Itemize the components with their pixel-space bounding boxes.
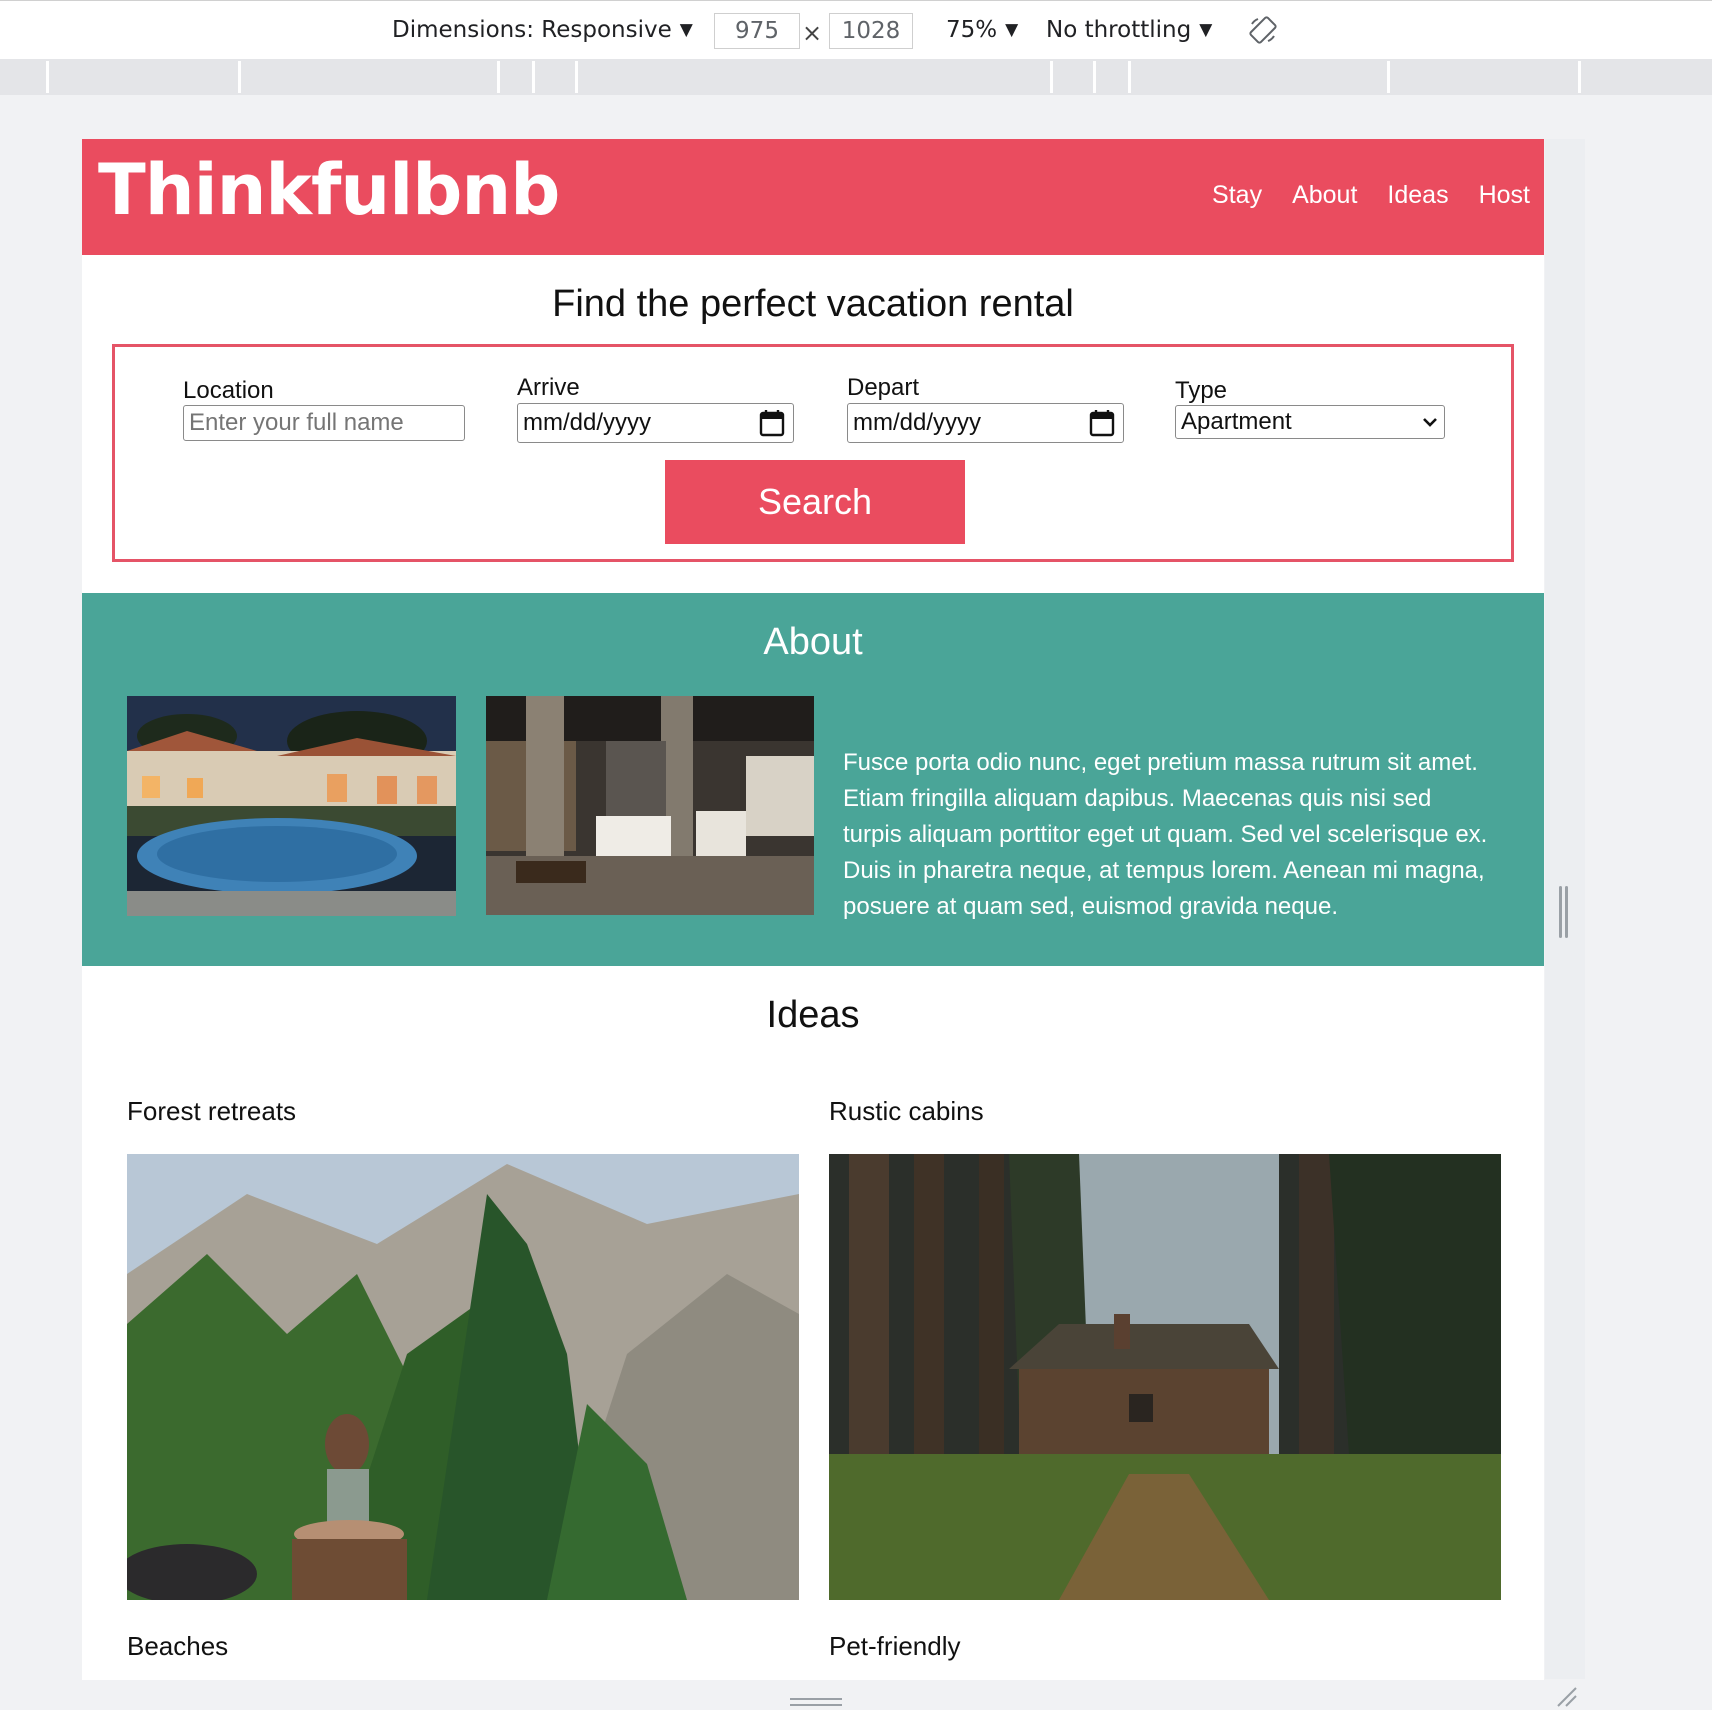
idea-label-rustic-cabins[interactable]: Rustic cabins bbox=[829, 1096, 984, 1127]
arrive-date-value: mm/dd/yyyy bbox=[523, 409, 652, 436]
nav-about[interactable]: About bbox=[1292, 181, 1357, 210]
caret-down-icon: ▼ bbox=[679, 20, 693, 40]
about-title: About bbox=[763, 621, 863, 663]
location-input[interactable]: Enter your full name bbox=[183, 405, 465, 441]
depart-date-value: mm/dd/yyyy bbox=[853, 409, 982, 436]
arrive-date-input[interactable]: mm/dd/yyyy bbox=[517, 403, 794, 443]
search-form: Location Enter your full name Arrive mm/… bbox=[112, 344, 1514, 562]
about-text: Fusce porta odio nunc, eget pretium mass… bbox=[843, 749, 1488, 920]
dimensions-label: Dimensions: Responsive bbox=[392, 17, 672, 43]
page-viewport: Thinkfulbnb Stay About Ideas Host Find t… bbox=[82, 139, 1544, 1680]
idea-label-beaches[interactable]: Beaches bbox=[127, 1631, 228, 1662]
type-label: Type bbox=[1175, 377, 1228, 404]
site-header: Thinkfulbnb Stay About Ideas Host bbox=[82, 139, 1544, 255]
height-input[interactable]: 1028 bbox=[829, 13, 913, 49]
caret-down-icon: ▼ bbox=[1005, 20, 1019, 40]
loft-room-photo bbox=[486, 696, 814, 915]
pool-villa-photo bbox=[127, 696, 456, 916]
forest-retreat-photo[interactable] bbox=[127, 1154, 799, 1600]
type-select-value: Apartment bbox=[1181, 408, 1292, 435]
times-symbol: × bbox=[802, 19, 823, 47]
depart-label: Depart bbox=[847, 374, 920, 401]
caret-down-icon: ▼ bbox=[1199, 20, 1213, 40]
nav-host[interactable]: Host bbox=[1479, 181, 1530, 210]
type-select[interactable]: Apartment bbox=[1175, 405, 1445, 439]
idea-label-pet-friendly[interactable]: Pet-friendly bbox=[829, 1631, 961, 1662]
ideas-title: Ideas bbox=[766, 994, 860, 1036]
calendar-icon[interactable] bbox=[759, 409, 785, 437]
throttling-label: No throttling bbox=[1046, 17, 1192, 43]
about-section: About Fusce porta odio nunc, eget pretiu… bbox=[82, 593, 1544, 966]
main-nav: Stay About Ideas Host bbox=[1212, 181, 1530, 210]
right-resize-handle[interactable] bbox=[1559, 886, 1568, 938]
media-query-bar[interactable] bbox=[0, 59, 1712, 95]
arrive-label: Arrive bbox=[517, 374, 580, 401]
zoom-dropdown[interactable]: 75% ▼ bbox=[946, 1, 1018, 59]
chevron-down-icon bbox=[1423, 418, 1437, 427]
dimensions-dropdown[interactable]: Dimensions: Responsive ▼ bbox=[392, 1, 693, 59]
zoom-label: 75% bbox=[946, 17, 998, 43]
search-button[interactable]: Search bbox=[665, 460, 965, 544]
nav-ideas[interactable]: Ideas bbox=[1387, 181, 1448, 210]
devtools-toolbar: Dimensions: Responsive ▼ 975 × 1028 75% … bbox=[0, 0, 1712, 60]
location-label: Location bbox=[183, 377, 274, 404]
search-title: Find the perfect vacation rental bbox=[552, 283, 1074, 325]
throttling-dropdown[interactable]: No throttling ▼ bbox=[1046, 1, 1212, 59]
nav-stay[interactable]: Stay bbox=[1212, 181, 1262, 210]
calendar-icon[interactable] bbox=[1089, 409, 1115, 437]
corner-resize-icon[interactable] bbox=[1554, 1684, 1578, 1708]
rustic-cabin-photo[interactable] bbox=[829, 1154, 1501, 1600]
rotate-icon[interactable] bbox=[1248, 15, 1278, 45]
bottom-resize-handle[interactable] bbox=[790, 1698, 842, 1708]
width-input[interactable]: 975 bbox=[714, 13, 800, 49]
depart-date-input[interactable]: mm/dd/yyyy bbox=[847, 403, 1124, 443]
idea-label-forest-retreats[interactable]: Forest retreats bbox=[127, 1096, 296, 1127]
site-logo[interactable]: Thinkfulbnb bbox=[98, 149, 560, 231]
